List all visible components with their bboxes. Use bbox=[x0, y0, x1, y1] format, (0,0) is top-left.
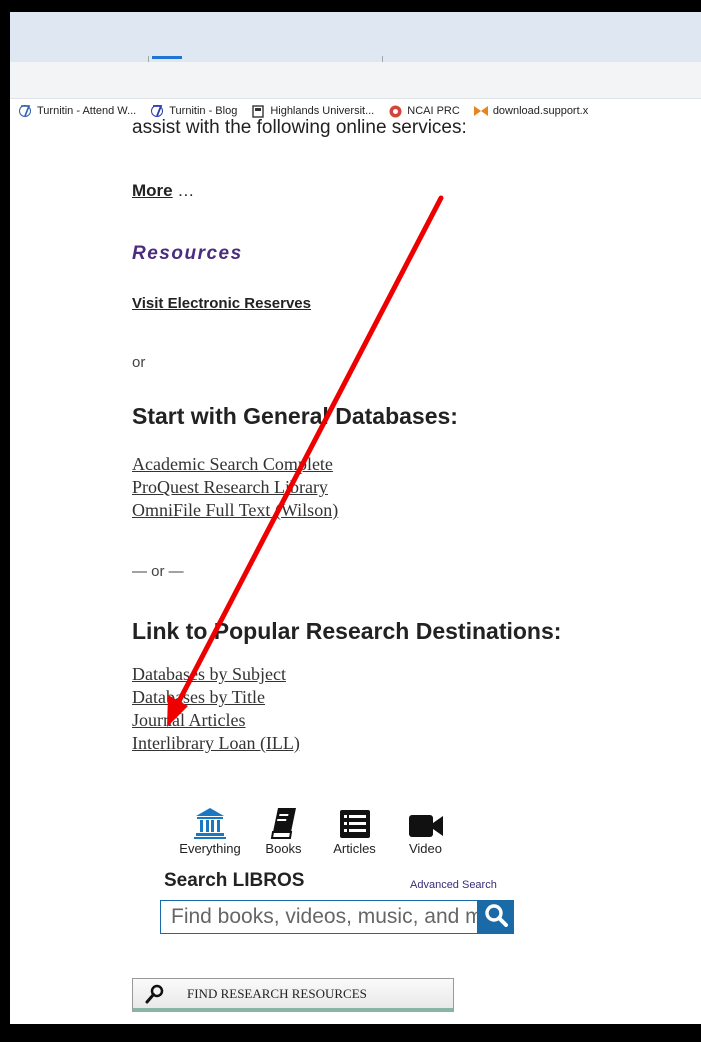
red-annotation-arrow bbox=[167, 195, 444, 727]
screenshot-frame: Turnitin - Attend W... Turnitin - Blog H… bbox=[10, 12, 701, 1024]
frame-bottom-border bbox=[0, 1024, 701, 1042]
